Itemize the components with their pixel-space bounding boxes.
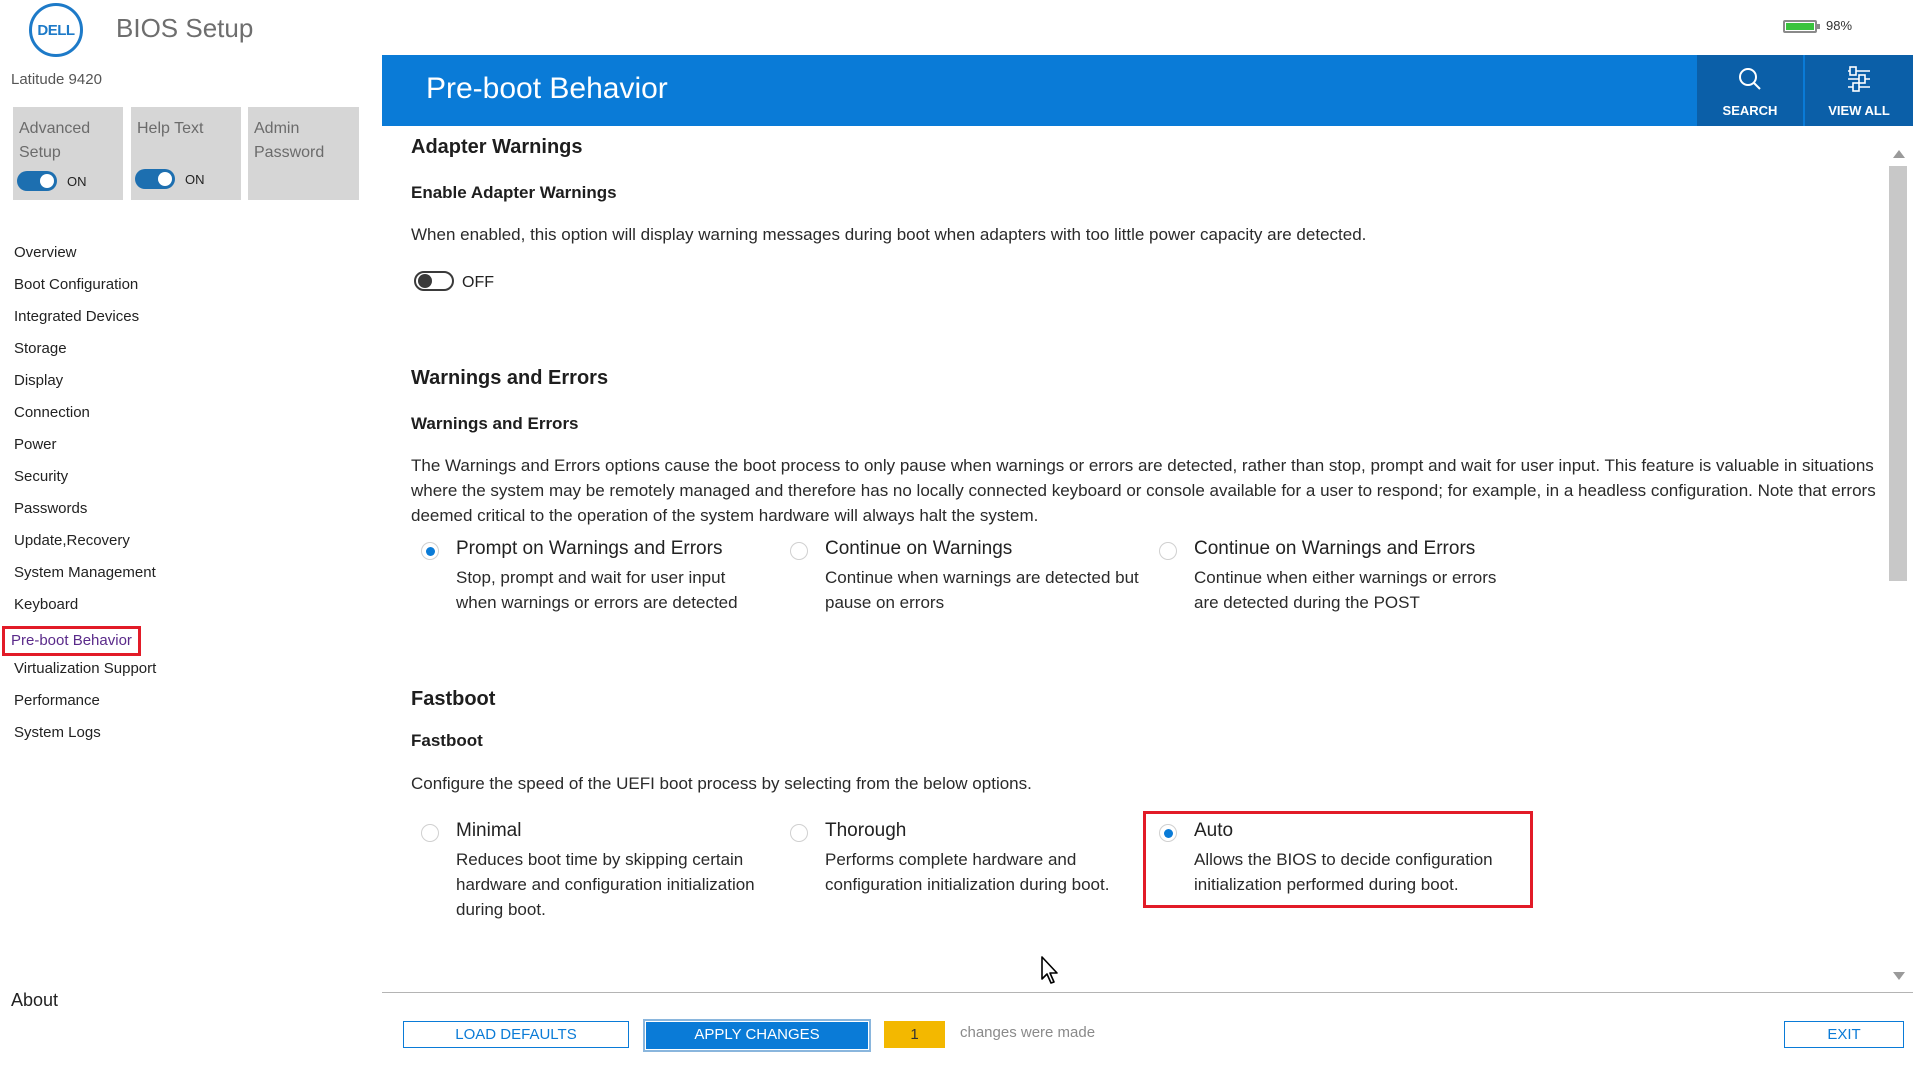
radio-button[interactable] [421, 824, 439, 842]
nav-item-power[interactable]: Power [14, 434, 156, 466]
filter-sliders-icon [1805, 61, 1913, 97]
footer-divider [382, 992, 1913, 993]
option-label: Thorough [825, 820, 907, 841]
tile-label: Advanced [19, 120, 91, 137]
setting-title-warnings-and-errors: Warnings and Errors [411, 414, 579, 433]
section-title-fastboot: Fastboot [411, 688, 496, 710]
tile-label: Admin [254, 120, 300, 137]
nav-item-connection[interactable]: Connection [14, 402, 156, 434]
option-description: Stop, prompt and wait for user input whe… [456, 568, 738, 612]
search-icon [1697, 61, 1803, 97]
nav-item-label: Pre-boot Behavior [2, 626, 141, 656]
adapter-warnings-toggle[interactable] [414, 271, 454, 291]
view-all-label: VIEW ALL [1828, 103, 1890, 118]
admin-password-tile[interactable]: Admin Password [248, 107, 359, 200]
exit-button[interactable]: EXIT [1784, 1021, 1904, 1048]
nav-item-update-recovery[interactable]: Update,Recovery [14, 530, 156, 562]
mouse-cursor-icon [1041, 956, 1058, 984]
nav-item-keyboard[interactable]: Keyboard [14, 594, 156, 626]
option-description: Reduces boot time by skipping certain ha… [456, 850, 755, 919]
page-title: Pre-boot Behavior [426, 72, 668, 105]
option-description: Continue when either warnings or errors … [1194, 568, 1497, 612]
nav-item-display[interactable]: Display [14, 370, 156, 402]
toggle-state: ON [185, 171, 205, 187]
toggle-state: ON [67, 173, 87, 189]
sidebar-nav: Overview Boot Configuration Integrated D… [2, 242, 156, 754]
battery-icon [1783, 20, 1820, 33]
nav-item-virtualization-support[interactable]: Virtualization Support [14, 658, 156, 690]
radio-button[interactable] [790, 824, 808, 842]
radio-button[interactable] [790, 542, 808, 560]
logo-text: DELL [37, 21, 75, 39]
nav-item-performance[interactable]: Performance [14, 690, 156, 722]
tile-label: Setup [19, 144, 61, 161]
option-label: Prompt on Warnings and Errors [456, 538, 723, 559]
nav-item-system-management[interactable]: System Management [14, 562, 156, 594]
setting-description: The Warnings and Errors options cause th… [411, 456, 1876, 525]
nav-item-pre-boot-behavior[interactable]: Pre-boot Behavior [2, 626, 156, 658]
load-defaults-button[interactable]: LOAD DEFAULTS [403, 1021, 629, 1048]
setting-title-fastboot: Fastboot [411, 731, 483, 750]
scroll-thumb[interactable] [1889, 166, 1907, 581]
radio-button-selected[interactable] [421, 542, 439, 560]
nav-item-security[interactable]: Security [14, 466, 156, 498]
search-button[interactable]: SEARCH [1697, 55, 1803, 126]
nav-item-integrated-devices[interactable]: Integrated Devices [14, 306, 156, 338]
setting-title-enable-adapter-warnings: Enable Adapter Warnings [411, 183, 617, 202]
advanced-setup-tile[interactable]: Advanced Setup ON [13, 107, 123, 200]
nav-item-system-logs[interactable]: System Logs [14, 722, 156, 754]
nav-item-storage[interactable]: Storage [14, 338, 156, 370]
advanced-setup-toggle[interactable] [17, 171, 57, 191]
search-label: SEARCH [1722, 103, 1778, 118]
scrollbar[interactable] [1889, 150, 1907, 980]
tile-label: Password [254, 144, 325, 161]
section-title-warnings-and-errors: Warnings and Errors [411, 367, 609, 389]
app-title: BIOS Setup [116, 13, 254, 43]
option-label: Minimal [456, 820, 522, 841]
scroll-down-arrow-icon[interactable] [1893, 972, 1905, 980]
page-header: Pre-boot Behavior SEARCH VIEW ALL [382, 55, 1913, 126]
apply-changes-button[interactable]: APPLY CHANGES [643, 1019, 871, 1052]
setting-description: When enabled, this option will display w… [411, 225, 1367, 244]
section-title-adapter-warnings: Adapter Warnings [411, 136, 583, 158]
view-all-button[interactable]: VIEW ALL [1805, 55, 1913, 126]
scroll-up-arrow-icon[interactable] [1893, 150, 1905, 158]
tile-label: Help Text [137, 120, 204, 137]
about-link[interactable]: About [11, 990, 58, 1011]
dell-logo: DELL [29, 3, 83, 57]
nav-item-passwords[interactable]: Passwords [14, 498, 156, 530]
auto-option-highlight [1143, 811, 1533, 908]
toggle-state: OFF [462, 274, 494, 291]
changes-status-text: changes were made [960, 1024, 1096, 1041]
nav-item-overview[interactable]: Overview [14, 242, 156, 274]
radio-button[interactable] [1159, 542, 1177, 560]
battery-percentage: 98% [1826, 18, 1853, 33]
help-text-tile[interactable]: Help Text ON [131, 107, 241, 200]
nav-item-boot-configuration[interactable]: Boot Configuration [14, 274, 156, 306]
change-count-badge: 1 [884, 1021, 945, 1048]
help-text-toggle[interactable] [135, 169, 175, 189]
device-name: Latitude 9420 [11, 71, 102, 88]
setting-description: Configure the speed of the UEFI boot pro… [411, 774, 1032, 793]
option-description: Continue when warnings are detected but … [825, 568, 1139, 612]
option-description: Performs complete hardware and configura… [825, 850, 1110, 894]
option-label: Continue on Warnings and Errors [1194, 538, 1476, 559]
option-label: Continue on Warnings [825, 538, 1013, 559]
